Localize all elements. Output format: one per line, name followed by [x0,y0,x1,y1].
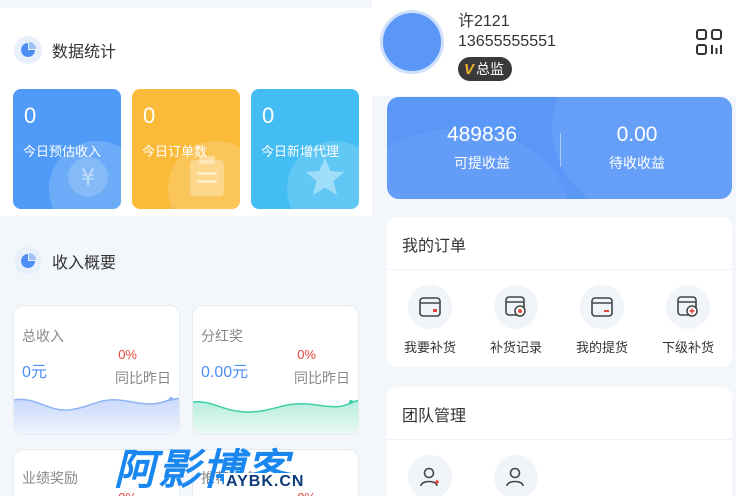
team-title: 团队管理 [402,408,467,425]
box-icon [408,285,452,329]
income-card-total[interactable]: 总收入 0元 0% 同比昨日 [13,305,180,435]
withdrawable-label: 可提收益 [454,155,510,171]
user-add-icon [420,467,439,487]
trend-sparkline [193,399,358,434]
user-group-icon [506,467,524,487]
pickup-icon [580,285,624,329]
stat-label: 今日预估收入 [23,144,102,159]
star-icon [303,156,347,203]
left-panel: 数据统计 ¥ 0 今日预估收入 0 今日订单数 0 今日新增代理 收入概要 总收… [0,0,372,496]
pie-chart-icon [14,247,42,275]
pending-label: 待收收益 [609,155,665,171]
svg-text:¥: ¥ [80,163,95,191]
right-panel: 许2121 13655555551 V 总监 489836 可提收益 0.00 … [372,0,736,496]
stat-value: 0 [143,103,156,128]
withdrawable-block[interactable]: 489836 可提收益 [417,123,547,173]
order-item-restock[interactable]: 我要补货 [394,285,466,356]
team-item-add-member[interactable] [408,455,452,496]
stat-tile-orders[interactable]: 0 今日订单数 [132,89,240,209]
profile-header: 许2121 13655555551 V 总监 [372,0,736,96]
vip-icon: V [464,60,475,78]
income-card-compare: 同比昨日 [115,370,171,386]
income-title: 收入概要 [52,255,117,272]
watermark: 阿影博客 AYBK.CN [112,436,352,496]
stats-header: 数据统计 [14,36,116,64]
level-badge: V 总监 [458,57,513,81]
income-card-value: 0.00元 [201,364,249,381]
watermark-domain: AYBK.CN [224,473,307,491]
income-card-value: 0元 [22,364,47,381]
withdrawable-value: 489836 [446,123,518,146]
income-card-title: 总收入 [22,328,64,344]
pie-chart-icon [14,36,42,64]
clipboard-icon [186,154,228,203]
stat-value: 0 [262,103,275,128]
yen-icon: ¥ [67,156,109,203]
sub-restock-icon [666,285,710,329]
order-item-label: 我要补货 [403,340,456,355]
avatar[interactable] [380,10,444,74]
income-card-pct: 0% [297,347,316,362]
qr-code-icon[interactable] [695,28,723,61]
divider [387,439,732,440]
record-icon [494,285,538,329]
order-item-pickup[interactable]: 我的提货 [566,285,638,356]
pending-block[interactable]: 0.00 待收收益 [572,123,702,173]
income-card-pct: 0% [118,347,137,362]
team-panel: 团队管理 [387,387,732,496]
income-card-title: 分红奖 [201,328,243,344]
earnings-card: 489836 可提收益 0.00 待收收益 [387,97,732,199]
income-header: 收入概要 [14,247,116,275]
order-item-label: 我的提货 [575,340,628,355]
order-item-label: 下级补货 [661,340,714,355]
user-phone: 13655555551 [458,33,556,50]
stats-title: 数据统计 [52,44,117,61]
income-card-title: 业绩奖励 [22,470,78,486]
stat-label: 今日新增代理 [261,144,340,159]
order-item-sub-restock[interactable]: 下级补货 [652,285,724,356]
stats-card: 数据统计 ¥ 0 今日预估收入 0 今日订单数 0 今日新增代理 [0,8,372,216]
orders-panel: 我的订单 我要补货 补货记录 我的提货 下级补货 [387,217,732,367]
team-item-members[interactable] [494,455,538,496]
divider [387,269,732,270]
pending-value: 0.00 [616,123,658,146]
stat-tile-income[interactable]: ¥ 0 今日预估收入 [13,89,121,209]
order-item-label: 补货记录 [489,340,542,355]
stat-tile-agents[interactable]: 0 今日新增代理 [251,89,359,209]
earnings-divider [560,133,561,167]
user-name: 许2121 [458,13,510,30]
stat-label: 今日订单数 [142,144,208,159]
income-card-compare: 同比昨日 [294,370,350,386]
order-item-records[interactable]: 补货记录 [480,285,552,356]
stat-value: 0 [24,103,37,128]
level-label: 总监 [476,61,505,77]
trend-sparkline [14,397,179,434]
income-card-dividend[interactable]: 分红奖 0.00元 0% 同比昨日 [192,305,359,435]
orders-title: 我的订单 [402,238,467,255]
